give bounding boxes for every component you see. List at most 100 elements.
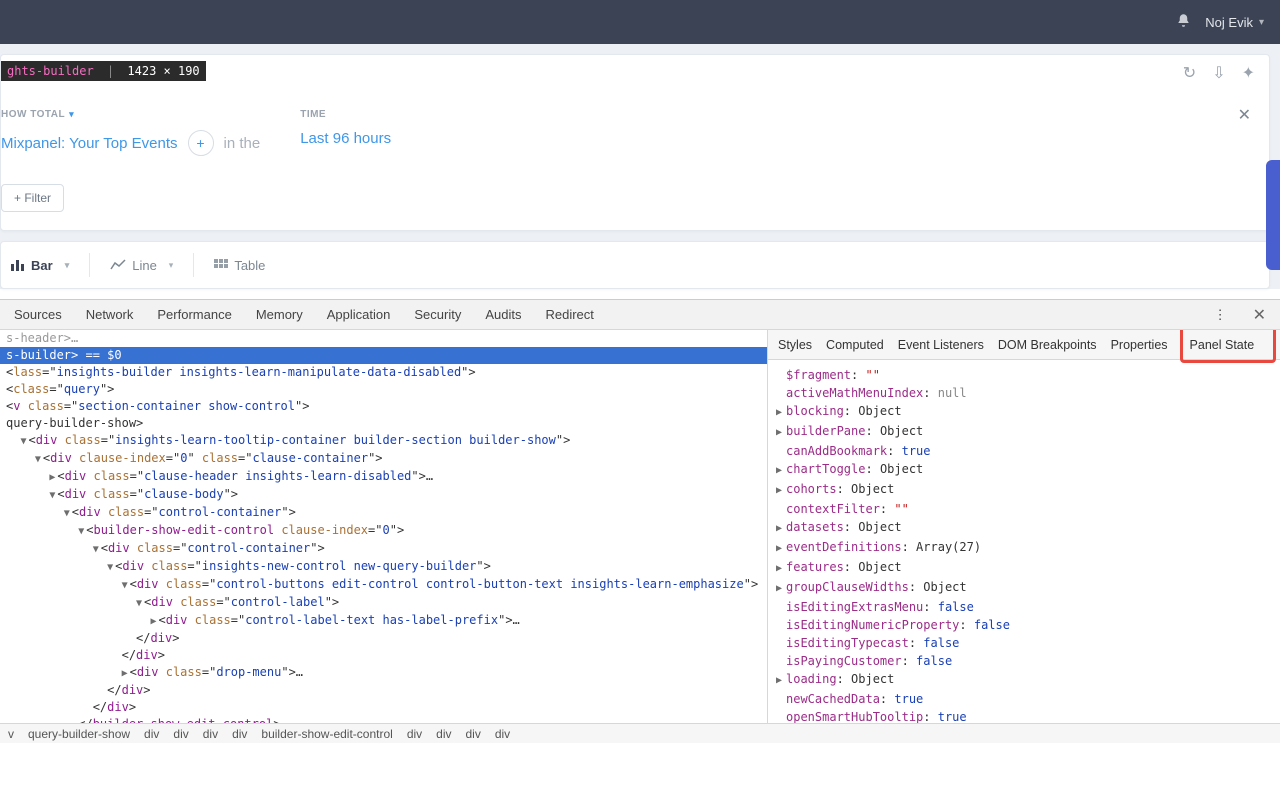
side-tab-computed[interactable]: Computed [826, 338, 884, 352]
dom-tree-row[interactable]: ▼<div class="control-label"> [0, 594, 767, 612]
breadcrumb-item[interactable]: div [407, 727, 422, 741]
chevron-down-icon: ▾ [69, 109, 74, 120]
side-tab-properties[interactable]: Properties [1111, 338, 1168, 352]
query-builder-card: ghts-builder | 1423 × 190 ↻ ⇩ ✦ ✕ HOW TO… [0, 54, 1270, 231]
dom-tree-row[interactable]: ▼<div class="insights-learn-tooltip-cont… [0, 432, 767, 450]
breadcrumb-item[interactable]: div [173, 727, 188, 741]
property-row[interactable]: ▶groupClauseWidths: Object [776, 578, 1272, 598]
breadcrumb-item[interactable]: div [495, 727, 510, 741]
side-tab-event-listeners[interactable]: Event Listeners [898, 338, 984, 352]
dom-tree-row[interactable]: </div> [0, 630, 767, 647]
property-row[interactable]: activeMathMenuIndex: null [776, 384, 1272, 402]
time-range-selector[interactable]: Last 96 hours [300, 130, 391, 147]
chart-type-table[interactable]: Table [204, 252, 275, 279]
side-tab-styles[interactable]: Styles [778, 338, 812, 352]
dom-tree-row[interactable]: </div> [0, 682, 767, 699]
app-topbar: Noj Evik ▾ [0, 0, 1280, 44]
property-row[interactable]: ▶loading: Object [776, 670, 1272, 690]
dom-tree-row[interactable]: s-builder> == $0 [0, 347, 767, 364]
side-tab-panel-state[interactable]: Panel State [1182, 334, 1263, 356]
refresh-icon[interactable]: ↻ [1183, 63, 1196, 83]
devtools-tab-audits[interactable]: Audits [485, 307, 521, 322]
table-icon [214, 259, 228, 271]
breadcrumb-item[interactable]: v [8, 727, 14, 741]
dom-tree-row[interactable]: </div> [0, 699, 767, 716]
element-inspect-badge: ghts-builder | 1423 × 190 [1, 61, 206, 81]
dom-tree-row[interactable]: ▶<div class="clause-header insights-lear… [0, 468, 767, 486]
bar-chart-icon [11, 259, 25, 271]
panel-state-properties[interactable]: $fragment: ""activeMathMenuIndex: null▶b… [768, 360, 1280, 723]
bookmark-icon[interactable]: ✦ [1242, 63, 1255, 83]
chevron-down-icon: ▾ [169, 260, 174, 271]
property-row[interactable]: isEditingExtrasMenu: false [776, 598, 1272, 616]
devtools-tab-sources[interactable]: Sources [14, 307, 62, 322]
chart-type-line[interactable]: Line ▾ [100, 252, 183, 279]
inspect-element-dimensions: 1423 × 190 [121, 61, 205, 81]
devtools-tab-memory[interactable]: Memory [256, 307, 303, 322]
close-icon[interactable]: ✕ [1253, 305, 1266, 325]
show-total-label[interactable]: HOW TOTAL ▾ [1, 109, 260, 120]
dom-tree-row[interactable]: ▶<div class="drop-menu">… [0, 664, 767, 682]
dom-tree-row[interactable]: ▼<div class="control-container"> [0, 540, 767, 558]
dom-tree-row[interactable]: s-header>… [0, 330, 767, 347]
dom-tree-row[interactable]: <v class="section-container show-control… [0, 398, 767, 415]
card-actions: ↻ ⇩ ✦ [1183, 63, 1255, 83]
property-row[interactable]: ▶chartToggle: Object [776, 460, 1272, 480]
user-menu[interactable]: Noj Evik ▾ [1205, 15, 1264, 30]
app-content: ghts-builder | 1423 × 190 ↻ ⇩ ✦ ✕ HOW TO… [0, 44, 1280, 289]
breadcrumb-item[interactable]: div [203, 727, 218, 741]
breadcrumb-item[interactable]: div [466, 727, 481, 741]
breadcrumb-item[interactable]: div [232, 727, 247, 741]
property-row[interactable]: newCachedData: true [776, 690, 1272, 708]
more-icon[interactable]: ⋮ [1214, 307, 1229, 323]
feedback-tab[interactable] [1266, 160, 1280, 270]
dom-tree-row[interactable]: query-builder-show> [0, 415, 767, 432]
elements-dom-tree[interactable]: s-header>…s-builder> == $0<lass="insight… [0, 330, 768, 723]
property-row[interactable]: ▶features: Object [776, 558, 1272, 578]
property-row[interactable]: ▶builderPane: Object [776, 422, 1272, 442]
dom-tree-row[interactable]: <class="query"> [0, 381, 767, 398]
dom-tree-row[interactable]: ▼<div class="clause-body"> [0, 486, 767, 504]
devtools-tab-network[interactable]: Network [86, 307, 134, 322]
chart-type-bar[interactable]: Bar ▾ [1, 252, 79, 279]
property-row[interactable]: openSmartHubTooltip: true [776, 708, 1272, 723]
devtools-tab-application[interactable]: Application [327, 307, 391, 322]
property-row[interactable]: isPayingCustomer: false [776, 652, 1272, 670]
dom-tree-row[interactable]: ▼<div class="insights-new-control new-qu… [0, 558, 767, 576]
property-row[interactable]: ▶datasets: Object [776, 518, 1272, 538]
property-row[interactable]: ▶blocking: Object [776, 402, 1272, 422]
property-row[interactable]: isEditingNumericProperty: false [776, 616, 1272, 634]
dom-tree-row[interactable]: ▼<div class="control-buttons edit-contro… [0, 576, 767, 594]
property-row[interactable]: contextFilter: "" [776, 500, 1272, 518]
add-event-button[interactable]: + [188, 130, 214, 156]
dom-tree-row[interactable]: ▶<div class="control-label-text has-labe… [0, 612, 767, 630]
property-row[interactable]: ▶cohorts: Object [776, 480, 1272, 500]
devtools-panel: Sources Network Performance Memory Applicati… [0, 299, 1280, 743]
notifications-icon[interactable] [1176, 13, 1191, 31]
event-selector[interactable]: Mixpanel: Your Top Events [1, 135, 178, 152]
dom-tree-row[interactable]: <lass="insights-builder insights-learn-m… [0, 364, 767, 381]
dom-tree-row[interactable]: ▼<builder-show-edit-control clause-index… [0, 522, 767, 540]
inspect-element-name: ghts-builder [1, 61, 100, 81]
dom-tree-row[interactable]: </div> [0, 647, 767, 664]
add-filter-button[interactable]: + Filter [1, 184, 64, 212]
side-tab-dom-breakpoints[interactable]: DOM Breakpoints [998, 338, 1097, 352]
dom-breadcrumb[interactable]: vquery-builder-showdivdivdivdivbuilder-s… [0, 723, 1280, 743]
dom-tree-row[interactable]: ▼<div clause-index="0" class="clause-con… [0, 450, 767, 468]
devtools-tab-redirect[interactable]: Redirect [545, 307, 593, 322]
devtools-tab-security[interactable]: Security [414, 307, 461, 322]
download-icon[interactable]: ⇩ [1212, 63, 1225, 83]
property-row[interactable]: canAddBookmark: true [776, 442, 1272, 460]
dom-tree-row[interactable]: </builder-show-edit-control> [0, 716, 767, 723]
dom-tree-row[interactable]: ▼<div class="control-container"> [0, 504, 767, 522]
close-icon[interactable]: ✕ [1238, 105, 1251, 125]
property-row[interactable]: $fragment: "" [776, 366, 1272, 384]
breadcrumb-item[interactable]: builder-show-edit-control [261, 727, 392, 741]
breadcrumb-item[interactable]: div [144, 727, 159, 741]
property-row[interactable]: isEditingTypecast: false [776, 634, 1272, 652]
breadcrumb-item[interactable]: query-builder-show [28, 727, 130, 741]
breadcrumb-item[interactable]: div [436, 727, 451, 741]
line-chart-icon [110, 259, 126, 271]
property-row[interactable]: ▶eventDefinitions: Array(27) [776, 538, 1272, 558]
devtools-tab-performance[interactable]: Performance [157, 307, 231, 322]
